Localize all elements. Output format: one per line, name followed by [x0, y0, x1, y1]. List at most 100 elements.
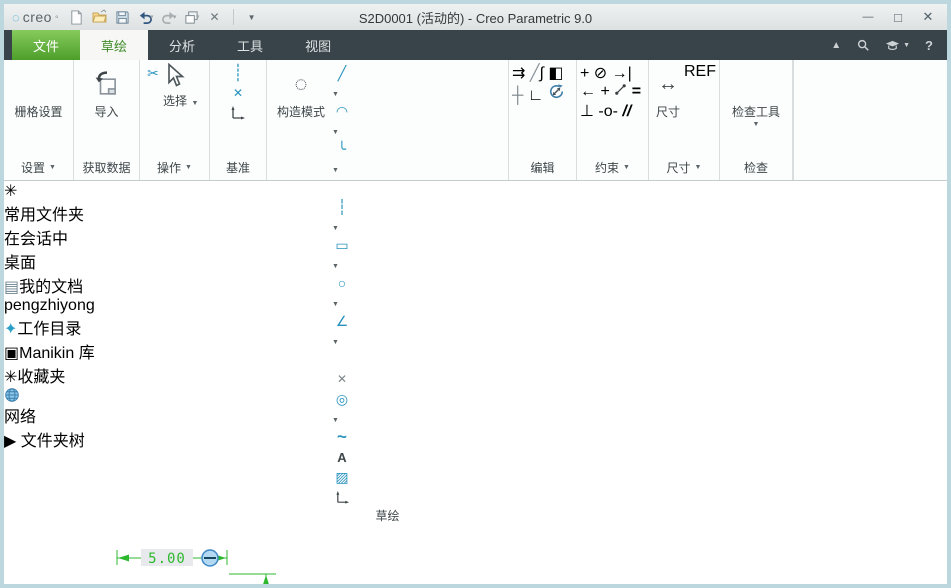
centerline-icon[interactable]: ┊ [228, 63, 248, 83]
favorites-tab-icon: ✳ [4, 183, 18, 200]
folder-tree-expander[interactable]: ▶ 文件夹树 [4, 427, 947, 451]
vertical-constraint-icon[interactable]: + [580, 65, 589, 82]
chevron-down-icon: ▼ [752, 121, 760, 128]
fillet-icon[interactable]: ╰ [332, 139, 352, 159]
import-button[interactable]: 导入 [94, 63, 120, 120]
midpoint-icon[interactable]: -o- [598, 103, 618, 120]
group-label-get-data: 获取数据 [82, 161, 131, 175]
undo-caret-icon[interactable]: ▾ [150, 13, 154, 21]
creo-logo: ◌ creo ° [12, 9, 59, 25]
close-app-button[interactable]: ✕ [915, 8, 941, 26]
tab-sketch[interactable]: 草绘 [80, 30, 149, 60]
corner-icon[interactable]: ∟ [528, 87, 544, 104]
grid-settings-button[interactable]: 栅格设置 [14, 63, 62, 120]
group-label-edit: 编辑 [530, 161, 555, 175]
inspect-tools-button[interactable]: 检查工具 ▼ [732, 63, 780, 128]
horizontal-constraint-badge[interactable] [201, 549, 219, 567]
redo-caret-icon[interactable]: ▾ [173, 13, 177, 21]
point-icon[interactable]: ✕ [228, 83, 248, 103]
nav-item-my-documents[interactable]: ▤我的文档 [4, 273, 947, 297]
paste-icon[interactable] [143, 103, 163, 123]
rotate-resize-button[interactable] [548, 87, 565, 104]
qat-separator [232, 9, 234, 25]
group-label-settings[interactable]: 设置 ▼ [4, 155, 73, 180]
favorites-folder-icon: ✳ [4, 369, 18, 386]
close-window-button[interactable]: ✕ [207, 8, 223, 26]
line-chain-icon[interactable]: ╱ [332, 63, 352, 83]
nav-item-computer[interactable]: pengzhiyong [4, 297, 947, 315]
chevron-down-icon: ▼ [49, 164, 56, 171]
navigator-header: 常用文件夹 [4, 207, 85, 224]
nav-item-favorites[interactable]: ✳收藏夹 [4, 363, 947, 387]
equal-icon[interactable]: = [632, 83, 641, 100]
open-file-button[interactable] [92, 8, 108, 26]
delete-segment-icon[interactable]: ╱∫ [530, 65, 544, 82]
chevron-down-icon: ▼ [185, 164, 192, 171]
main-area: ✳ 常用文件夹 在会话中 桌面 ▤我的文档 pengzhiyong ✦工作目录 … [4, 181, 947, 588]
tab-file[interactable]: 文件 [12, 30, 81, 60]
help-icon[interactable]: ? [925, 38, 933, 53]
ribbon-tab-bar: 文件 草绘 分析 工具 视图 ▲ ▼ ? [4, 30, 947, 60]
working-directory-icon: ✦ [4, 321, 18, 338]
import-icon [94, 66, 120, 102]
dimension-button[interactable]: ↔ 尺寸 [652, 63, 684, 120]
search-icon[interactable] [856, 38, 870, 52]
perpendicular-icon[interactable]: ⊥ [580, 103, 594, 120]
reference-dimension-icon[interactable]: REF [684, 63, 716, 80]
divide-icon[interactable]: ┼ [512, 87, 523, 104]
expand-arrow-icon: ▶ [4, 433, 17, 450]
library-folder-icon: ▣ [4, 345, 20, 362]
nav-item-manikin-library[interactable]: ▣Manikin 库 [4, 339, 947, 363]
group-label-dimension[interactable]: 尺寸 ▼ [649, 155, 719, 180]
mirror-icon[interactable]: ◧ [548, 65, 563, 82]
height-dimension[interactable] [229, 573, 276, 588]
group-label-operations[interactable]: 操作 ▼ [140, 155, 209, 180]
tangent-icon[interactable]: ⊘ [594, 65, 607, 82]
ribbon: 栅格设置 设置 ▼ 导入 获取数据 ✂ 选择 ▼ 操作 ▼ ┊ ✕ 基准 ◌ 构… [4, 60, 947, 523]
chevron-down-icon: ▼ [694, 164, 702, 171]
learning-icon[interactable]: ▼ [885, 38, 910, 53]
save-button[interactable] [115, 8, 131, 26]
group-settings: 栅格设置 设置 ▼ [4, 60, 74, 180]
maximize-button[interactable]: □ [885, 8, 911, 26]
tab-tools[interactable]: 工具 [216, 30, 284, 60]
ribbon-utility-icons: ▲ ▼ ? [831, 30, 947, 60]
cut-icon[interactable]: ✂ [143, 63, 163, 83]
window-controls: — □ ✕ [855, 8, 941, 26]
coincident-icon[interactable] [614, 83, 627, 100]
nav-item-working-directory[interactable]: ✦工作目录 [4, 315, 947, 339]
new-file-button[interactable] [69, 8, 85, 26]
nav-item-in-session[interactable]: 在会话中 [4, 225, 947, 249]
folder-navigator: ✳ 常用文件夹 在会话中 桌面 ▤我的文档 pengzhiyong ✦工作目录 … [4, 181, 947, 451]
customize-qat-button[interactable]: ▼ [244, 8, 260, 26]
chevron-down-icon: ▼ [191, 100, 199, 107]
construction-mode-button[interactable]: ◌ 构造模式 [270, 63, 332, 120]
tab-favorites[interactable]: ✳ [4, 181, 947, 201]
creo-logo-text: creo [22, 9, 52, 25]
sketch-annotations: 5.00 4.00 [116, 549, 276, 588]
copy-icon[interactable] [143, 83, 163, 103]
arc-icon[interactable]: ◠ [332, 101, 352, 121]
nav-item-network[interactable]: 网络 [4, 387, 947, 427]
minimize-button[interactable]: — [855, 8, 881, 26]
collapse-ribbon-icon[interactable]: ▲ [831, 40, 841, 51]
undo-button[interactable]: ▾ [138, 8, 154, 26]
rotate-resize-icon [548, 83, 565, 100]
sketch-canvas[interactable]: 5.00 4.00 [4, 451, 947, 588]
modify-icon[interactable]: ⇉ [512, 65, 525, 82]
window-switch-button[interactable]: ▾ [184, 8, 200, 26]
coordinate-system-icon[interactable] [228, 103, 248, 123]
creo-app-window: ◌ creo ° ▾ ▾ ▾ ✕ ▼ S2D0001 (活动的) - Creo … [0, 0, 951, 588]
group-label-constrain[interactable]: 约束 ▼ [577, 155, 648, 180]
group-sketch: ◌ 构造模式 ╱ ▼ ◠ ▼ ╰ ▼ ┆ ▼ ▭ ▼ ○ ▼ ∠ ▼ ✕ ◎ ▼… [267, 60, 509, 523]
quick-access-toolbar: ▾ ▾ ▾ ✕ ▼ [69, 8, 260, 26]
width-dimension-value[interactable]: 5.00 [148, 551, 186, 567]
select-button[interactable]: 选择 ▼ [163, 63, 206, 110]
tab-view[interactable]: 视图 [284, 30, 352, 60]
nav-item-desktop[interactable]: 桌面 [4, 249, 947, 273]
tab-analysis[interactable]: 分析 [148, 30, 216, 60]
redo-button[interactable]: ▾ [161, 8, 177, 26]
horizontal-constraint-icon[interactable]: + [600, 83, 609, 100]
parallel-icon[interactable]: // [622, 103, 631, 120]
window-switch-caret-icon[interactable]: ▾ [196, 13, 200, 21]
